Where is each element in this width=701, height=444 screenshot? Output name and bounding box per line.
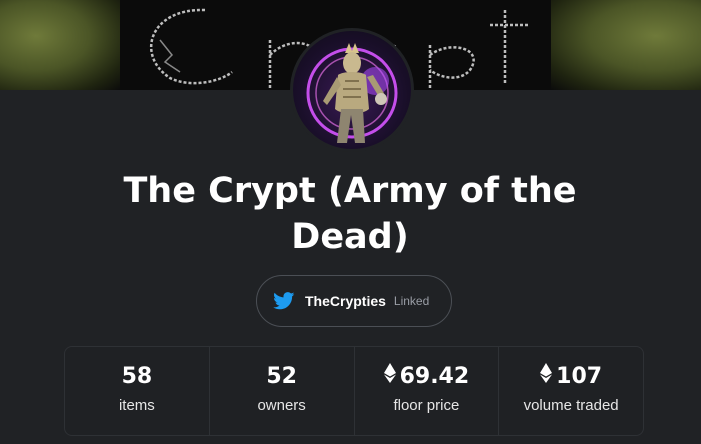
ethereum-icon	[383, 363, 396, 391]
linked-status: Linked	[393, 294, 430, 308]
stat-value: 107	[540, 363, 602, 391]
floor-price-value: 69.42	[399, 364, 470, 389]
banner-moss-left	[0, 0, 120, 90]
stat-owners[interactable]: 52 owners	[210, 347, 355, 435]
collection-avatar	[290, 28, 414, 152]
stat-floor-price[interactable]: 69.42 floor price	[355, 347, 500, 435]
collection-stats: 58 items 52 owners 69.42 floor price 107…	[64, 346, 644, 436]
twitter-link[interactable]: TheCrypties Linked	[256, 275, 452, 327]
stat-items[interactable]: 58 items	[65, 347, 210, 435]
stat-value: 52	[266, 363, 297, 391]
stat-label: items	[118, 397, 155, 414]
stat-value: 69.42	[383, 363, 470, 391]
stat-label: floor price	[393, 397, 460, 414]
stat-label: owners	[257, 397, 306, 414]
owners-count: 52	[266, 364, 297, 389]
stat-label: volume traded	[523, 397, 619, 414]
collection-title: The Crypt (Army of the Dead)	[123, 171, 577, 257]
items-count: 58	[121, 364, 153, 389]
twitter-icon	[273, 292, 295, 310]
twitter-handle: TheCrypties	[305, 293, 386, 309]
ethereum-icon	[540, 363, 553, 391]
volume-traded-value: 107	[556, 364, 603, 389]
stat-volume-traded[interactable]: 107 volume traded	[499, 347, 643, 435]
stat-value: 58	[122, 363, 153, 391]
